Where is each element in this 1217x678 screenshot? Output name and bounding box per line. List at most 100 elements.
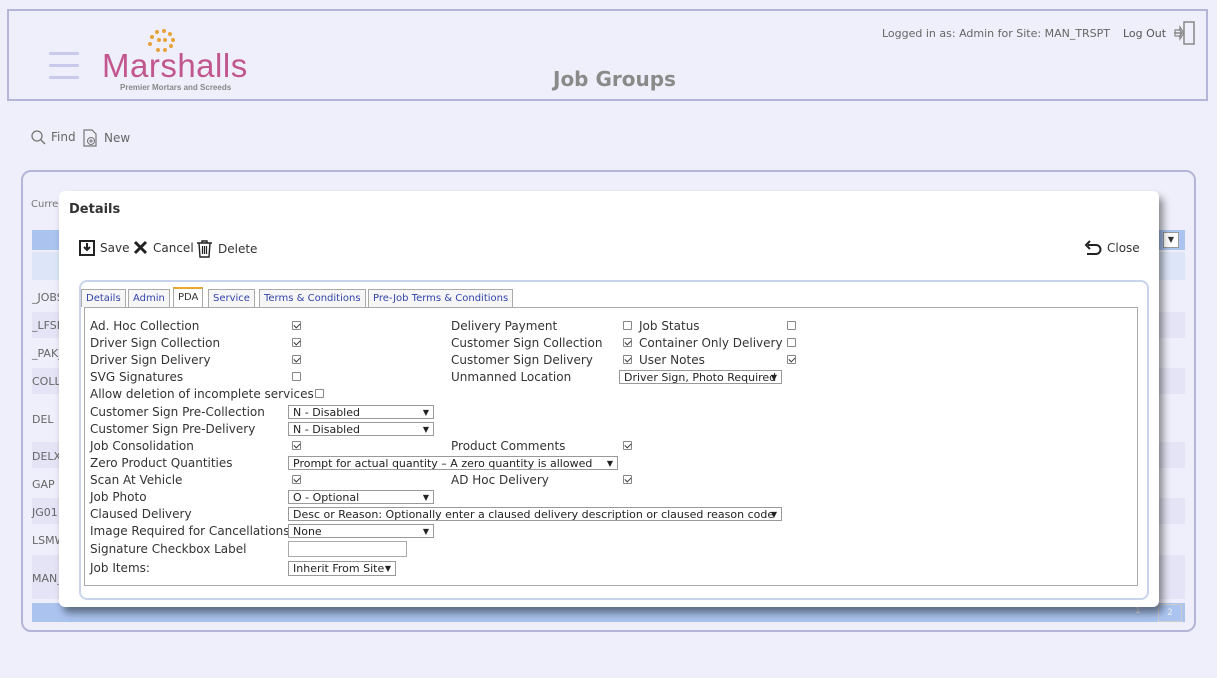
zero-product-quantities-value: Prompt for actual quantity – A zero quan…	[293, 457, 593, 470]
job-photo-select[interactable]: O - Optional ▼	[288, 490, 434, 504]
pager-page-1[interactable]: 1	[1135, 606, 1141, 616]
delivery-payment-label: Delivery Payment	[451, 319, 558, 333]
close-button[interactable]: Close	[1084, 240, 1140, 256]
container-only-delivery-checkbox[interactable]	[787, 338, 796, 347]
logout-icon[interactable]	[1172, 20, 1198, 46]
zero-product-quantities-select[interactable]: Prompt for actual quantity – A zero quan…	[288, 456, 618, 470]
scan-at-vehicle-label: Scan At Vehicle	[90, 473, 183, 487]
signature-checkbox-label-label: Signature Checkbox Label	[90, 542, 247, 556]
tab-terms-conditions[interactable]: Terms & Conditions	[259, 289, 366, 307]
tab-details[interactable]: Details	[81, 289, 126, 307]
claused-delivery-label: Claused Delivery	[90, 507, 192, 521]
tab-pre-job-terms[interactable]: Pre-Job Terms & Conditions	[368, 289, 514, 307]
current-label: Curre	[31, 199, 59, 210]
scan-at-vehicle-checkbox[interactable]	[292, 475, 301, 484]
customer-sign-pre-delivery-label: Customer Sign Pre-Delivery	[90, 422, 256, 436]
job-items-value: Inherit From Site	[293, 562, 385, 575]
delete-button[interactable]: Delete	[196, 240, 257, 258]
ad-hoc-delivery-checkbox[interactable]	[623, 475, 632, 484]
logged-in-status: Logged in as: Admin for Site: MAN_TRSPT	[882, 27, 1111, 40]
driver-sign-collection-label: Driver Sign Collection	[90, 336, 221, 350]
job-photo-value: O - Optional	[293, 491, 360, 504]
job-consolidation-checkbox[interactable]	[292, 441, 301, 450]
chevron-down-icon: ▼	[770, 510, 777, 519]
close-label: Close	[1107, 241, 1140, 255]
product-comments-label: Product Comments	[451, 439, 566, 453]
logout-link[interactable]: Log Out	[1123, 27, 1166, 40]
product-comments-checkbox[interactable]	[623, 441, 632, 450]
chevron-down-icon: ▼	[384, 564, 391, 573]
delivery-payment-checkbox[interactable]	[623, 321, 632, 330]
app-header: Marshalls Premier Mortars and Screeds Jo…	[7, 9, 1208, 101]
svg-signatures-checkbox[interactable]	[292, 372, 301, 381]
driver-sign-delivery-label: Driver Sign Delivery	[90, 353, 211, 367]
job-photo-label: Job Photo	[90, 490, 147, 504]
customer-sign-delivery-checkbox[interactable]	[623, 355, 632, 364]
image-required-label: Image Required for Cancellations	[90, 524, 290, 538]
search-icon	[31, 130, 46, 145]
ad-hoc-delivery-label: AD Hoc Delivery	[451, 473, 549, 487]
dialog-title: Details	[69, 202, 121, 217]
customer-sign-collection-checkbox[interactable]	[623, 338, 632, 347]
find-button[interactable]: Find	[30, 129, 76, 145]
driver-sign-delivery-checkbox[interactable]	[292, 355, 301, 364]
chevron-down-icon: ▼	[422, 493, 429, 502]
allow-deletion-label: Allow deletion of incomplete services	[90, 387, 314, 401]
logo-subtitle: Premier Mortars and Screeds	[120, 83, 232, 92]
job-consolidation-label: Job Consolidation	[90, 439, 194, 453]
unmanned-location-label: Unmanned Location	[451, 370, 572, 384]
job-items-label: Job Items:	[90, 561, 150, 575]
cancel-icon	[133, 240, 148, 255]
save-label: Save	[100, 241, 130, 255]
pda-tab-content: Ad. Hoc Collection Delivery Payment Job …	[84, 307, 1138, 586]
logo-text: Marshalls	[102, 47, 248, 84]
image-required-value: None	[293, 525, 322, 538]
user-notes-checkbox[interactable]	[787, 355, 796, 364]
claused-delivery-value: Desc or Reason: Optionally enter a claus…	[293, 508, 775, 521]
job-status-checkbox[interactable]	[787, 321, 796, 330]
customer-sign-pre-collection-select[interactable]: N - Disabled ▼	[288, 405, 434, 419]
chevron-down-icon: ▼	[770, 373, 777, 382]
menu-icon[interactable]	[49, 52, 79, 80]
job-status-label: Job Status	[639, 319, 700, 333]
chevron-down-icon: ▼	[422, 425, 429, 434]
driver-sign-collection-checkbox[interactable]	[292, 338, 301, 347]
trash-icon	[197, 240, 212, 258]
allow-deletion-checkbox[interactable]	[315, 389, 324, 398]
claused-delivery-select[interactable]: Desc or Reason: Optionally enter a claus…	[288, 507, 782, 521]
cancel-label: Cancel	[153, 240, 194, 255]
new-button[interactable]: New	[82, 129, 130, 147]
customer-sign-collection-label: Customer Sign Collection	[451, 336, 603, 350]
page-title: Job Groups	[553, 67, 676, 91]
ad-hoc-collection-label: Ad. Hoc Collection	[90, 319, 200, 333]
find-label: Find	[51, 130, 76, 144]
signature-checkbox-label-input[interactable]	[288, 541, 407, 557]
unmanned-location-value: Driver Sign, Photo Required	[624, 371, 777, 384]
customer-sign-delivery-label: Customer Sign Delivery	[451, 353, 593, 367]
job-items-select[interactable]: Inherit From Site ▼	[288, 561, 396, 576]
tab-pda[interactable]: PDA	[173, 287, 204, 307]
svg-signatures-label: SVG Signatures	[90, 370, 184, 384]
delete-label: Delete	[218, 242, 258, 256]
customer-sign-pre-collection-value: N - Disabled	[293, 406, 360, 419]
ad-hoc-collection-checkbox[interactable]	[292, 321, 301, 330]
pager-page-2[interactable]: 2	[1158, 604, 1182, 622]
chevron-down-icon: ▼	[422, 527, 429, 536]
save-icon	[79, 240, 95, 256]
details-dialog: Details Save Cancel Delete Close Details…	[59, 191, 1159, 607]
tab-service[interactable]: Service	[208, 289, 255, 307]
user-notes-label: User Notes	[639, 353, 705, 367]
chevron-down-icon: ▼	[422, 408, 429, 417]
customer-sign-pre-collection-label: Customer Sign Pre-Collection	[90, 405, 265, 419]
customer-sign-pre-delivery-value: N - Disabled	[293, 423, 360, 436]
tab-admin[interactable]: Admin	[128, 289, 170, 307]
undo-arrow-icon	[1084, 240, 1102, 255]
zero-product-quantities-label: Zero Product Quantities	[90, 456, 233, 470]
container-only-delivery-label: Container Only Delivery	[639, 336, 783, 350]
cancel-button[interactable]: Cancel	[133, 240, 194, 255]
save-button[interactable]: Save	[79, 240, 129, 256]
customer-sign-pre-delivery-select[interactable]: N - Disabled ▼	[288, 422, 434, 436]
image-required-select[interactable]: None ▼	[288, 524, 434, 538]
list-filter-dropdown[interactable]: ▼	[1163, 232, 1179, 248]
unmanned-location-select[interactable]: Driver Sign, Photo Required ▼	[619, 370, 782, 384]
